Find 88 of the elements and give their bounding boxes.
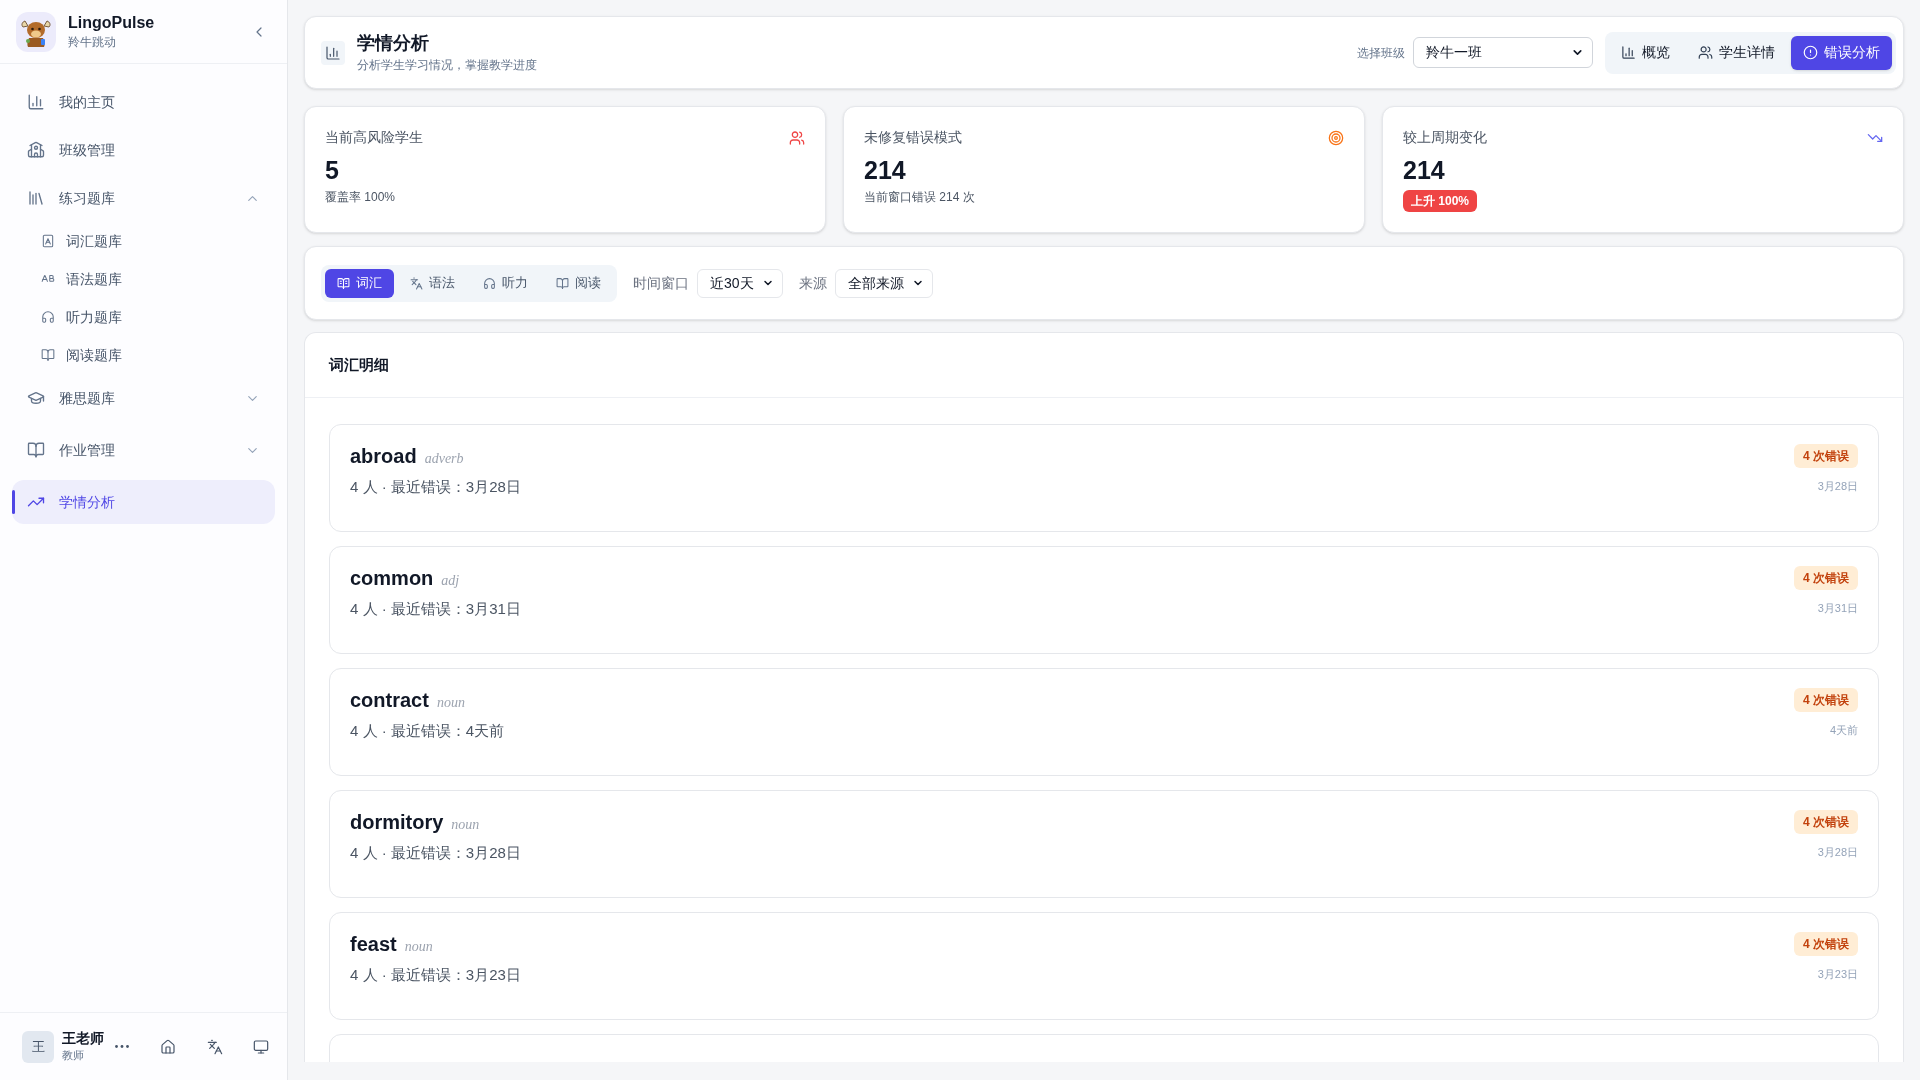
date-text: 3月23日 bbox=[1817, 967, 1858, 982]
nav-subitem[interactable]: 语法题库 bbox=[12, 262, 275, 296]
book-icon bbox=[337, 276, 350, 290]
nav-item[interactable]: 班级管理 bbox=[12, 128, 275, 172]
bar-chart-icon bbox=[1621, 45, 1636, 60]
error-summary: 4 人 · 最近错误：3月28日 bbox=[350, 843, 521, 863]
users-icon bbox=[1698, 45, 1713, 60]
stat-value: 214 bbox=[1403, 155, 1446, 186]
stat-label: 较上周期变化 bbox=[1403, 128, 1487, 147]
users-icon bbox=[789, 129, 805, 146]
word-text: dormitory bbox=[350, 810, 444, 835]
word-text: abroad bbox=[350, 444, 417, 469]
nav-item[interactable]: 作业管理 bbox=[12, 428, 275, 472]
open-book-icon bbox=[556, 276, 569, 290]
error-count-badge: 4 次错误 bbox=[1794, 932, 1858, 956]
view-tab[interactable]: 错误分析 bbox=[1791, 35, 1892, 70]
date-text: 3月28日 bbox=[1817, 479, 1858, 494]
nav-subitem[interactable]: 阅读题库 bbox=[12, 338, 275, 372]
nav-item[interactable]: 我的主页 bbox=[12, 80, 275, 124]
nav-subitem[interactable]: 听力题库 bbox=[12, 300, 275, 334]
category-tab[interactable]: 词汇 bbox=[325, 268, 394, 298]
word-text: feast bbox=[350, 932, 397, 957]
letter-card-icon bbox=[41, 234, 55, 248]
panel-title: 词汇明细 bbox=[329, 354, 389, 375]
view-tab[interactable]: 学生详情 bbox=[1686, 35, 1787, 70]
open-book-icon bbox=[27, 441, 45, 459]
stat-label: 未修复错误模式 bbox=[864, 128, 962, 147]
date-text: 3月31日 bbox=[1817, 601, 1858, 616]
stat-note: 覆盖率 100% bbox=[325, 189, 397, 206]
error-count-badge: 4 次错误 bbox=[1794, 566, 1858, 590]
brand-subtitle: 羚牛跳动 bbox=[68, 35, 117, 50]
word-text: contract bbox=[350, 688, 429, 713]
nav-item[interactable]: 雅思题库 bbox=[12, 376, 275, 420]
bar-chart-icon bbox=[27, 93, 45, 111]
nav-subitem[interactable]: 词汇题库 bbox=[12, 224, 275, 258]
error-summary: 4 人 · 最近错误：3月31日 bbox=[350, 599, 521, 619]
library-icon bbox=[27, 189, 45, 207]
bar-chart-icon bbox=[321, 40, 345, 65]
category-tab[interactable]: 听力 bbox=[471, 268, 540, 298]
error-count-badge: 4 次错误 bbox=[1794, 688, 1858, 712]
part-of-speech: noun bbox=[436, 694, 465, 712]
page-subtitle: 分析学生学习情况，掌握教学进度 bbox=[357, 58, 537, 74]
graduation-cap-icon bbox=[27, 389, 45, 407]
date-text: 4天前 bbox=[1829, 723, 1858, 738]
stat-note: 当前窗口错误 214 次 bbox=[864, 189, 976, 206]
more-icon bbox=[115, 1045, 129, 1048]
change-badge: 上升 100% bbox=[1403, 190, 1478, 212]
category-tab[interactable]: 阅读 bbox=[544, 268, 613, 298]
user-role: 教师 bbox=[62, 1049, 85, 1064]
target-icon bbox=[1328, 129, 1344, 146]
translate-icon bbox=[410, 276, 423, 290]
view-tab[interactable]: 概览 bbox=[1609, 35, 1682, 70]
school-icon bbox=[27, 141, 45, 159]
error-count-badge: 4 次错误 bbox=[1794, 810, 1858, 834]
time-window-select[interactable]: 近30天 bbox=[697, 268, 783, 298]
part-of-speech: noun bbox=[404, 938, 433, 956]
date-text: 3月28日 bbox=[1817, 845, 1858, 860]
error-summary: 4 人 · 最近错误：3月23日 bbox=[350, 965, 521, 985]
word-text: common bbox=[350, 566, 434, 591]
open-book-icon bbox=[41, 348, 55, 362]
page-title: 学情分析 bbox=[357, 31, 430, 55]
error-count-badge: 4 次错误 bbox=[1794, 444, 1858, 468]
user-avatar: 王 bbox=[22, 1030, 54, 1063]
source-label: 来源 bbox=[798, 273, 827, 293]
headphones-icon bbox=[41, 310, 55, 324]
nav-item[interactable]: 学情分析 bbox=[12, 480, 275, 524]
time-window-label: 时间窗口 bbox=[633, 273, 689, 293]
part-of-speech: adverb bbox=[424, 450, 464, 468]
bull-mascot-icon bbox=[16, 11, 56, 52]
nav-item[interactable]: 练习题库 bbox=[12, 176, 275, 220]
class-select-label: 选择班级 bbox=[1357, 44, 1405, 62]
category-tab[interactable]: 语法 bbox=[398, 268, 467, 298]
error-summary: 4 人 · 最近错误：3月28日 bbox=[350, 477, 521, 497]
class-select[interactable]: 羚牛一班 bbox=[1413, 37, 1593, 68]
part-of-speech: noun bbox=[451, 816, 480, 834]
brand-name: LingoPulse bbox=[68, 13, 156, 33]
alert-circle-icon bbox=[1803, 45, 1818, 60]
user-name: 王老师 bbox=[62, 1029, 104, 1048]
headphones-icon bbox=[483, 276, 496, 290]
home-icon bbox=[160, 1038, 176, 1055]
translate-icon bbox=[207, 1038, 223, 1055]
source-select[interactable]: 全部来源 bbox=[834, 268, 933, 298]
stat-value: 214 bbox=[864, 155, 907, 186]
stat-label: 当前高风险学生 bbox=[325, 128, 423, 147]
error-summary: 4 人 · 最近错误：4天前 bbox=[350, 721, 505, 741]
monitor-icon bbox=[253, 1038, 269, 1055]
part-of-speech: adj bbox=[441, 572, 460, 590]
stat-value: 5 bbox=[325, 155, 340, 186]
